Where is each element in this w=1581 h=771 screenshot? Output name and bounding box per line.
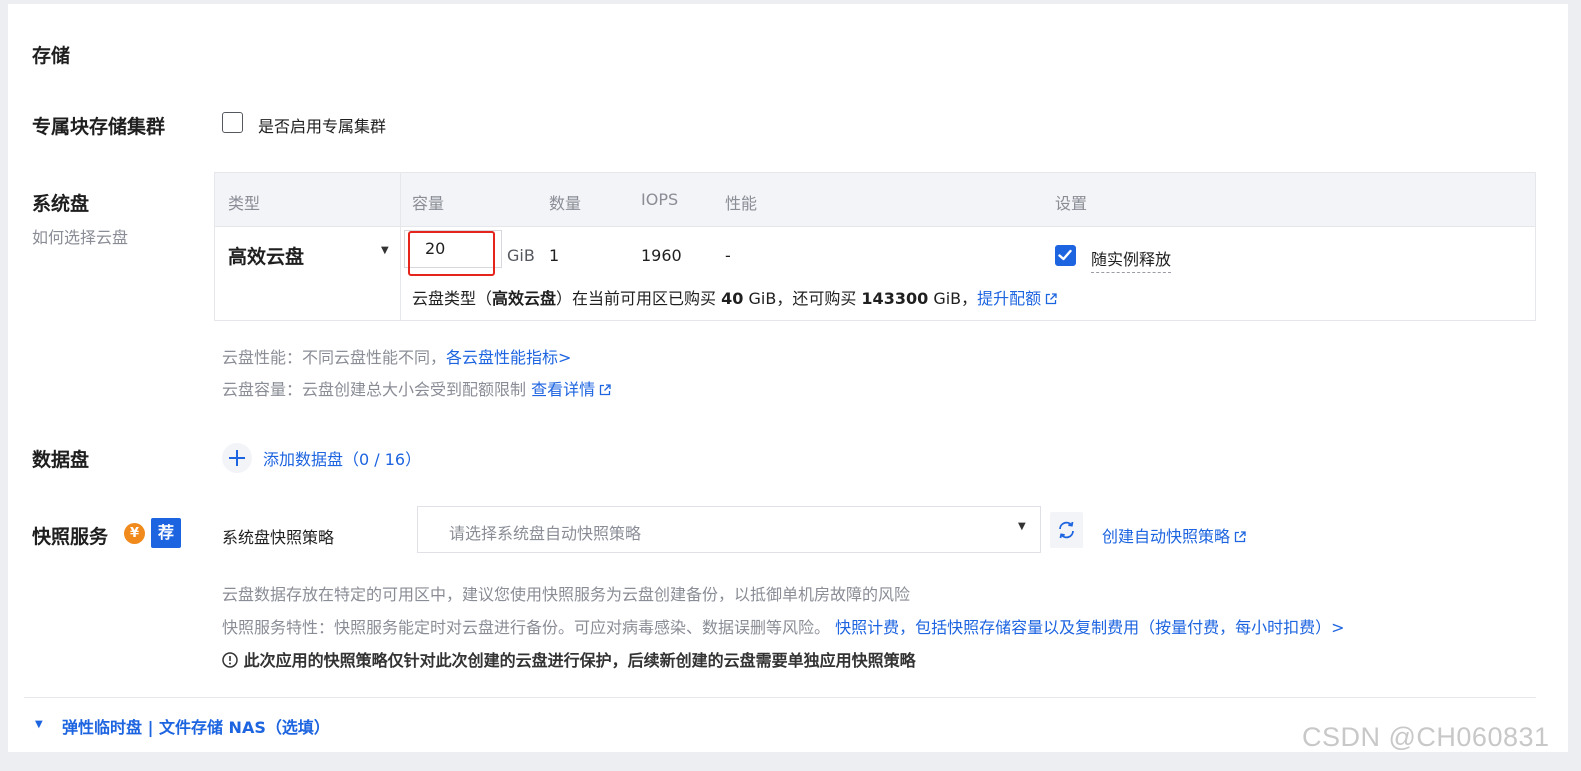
raise-quota-label: 提升配额 bbox=[977, 289, 1042, 308]
quota-bought: 40 bbox=[721, 289, 744, 308]
raise-quota-link[interactable]: 提升配额 bbox=[977, 289, 1057, 308]
snapshot-features-text: 快照服务特性：快照服务能定时对云盘进行备份。可应对病毒感染、数据误删等风险。 bbox=[222, 618, 831, 637]
col-count: 数量 bbox=[549, 194, 582, 213]
col-performance: 性能 bbox=[725, 194, 758, 213]
info-icon bbox=[222, 652, 238, 668]
how-to-choose-disk-link[interactable]: 如何选择云盘 bbox=[32, 224, 128, 248]
col-type: 类型 bbox=[228, 194, 261, 213]
external-link-icon bbox=[1046, 293, 1057, 305]
disk-performance-note: 云盘性能：不同云盘性能不同，各云盘性能指标> bbox=[222, 344, 571, 368]
chevron-down-icon[interactable]: ▼ bbox=[381, 245, 389, 256]
capacity-unit: GiB bbox=[507, 246, 535, 265]
add-data-disk-label: 添加数据盘（0 / 16） bbox=[263, 450, 422, 469]
watermark: CSDN @CH060831 bbox=[1302, 722, 1550, 752]
check-icon bbox=[1058, 249, 1072, 261]
add-data-disk-button[interactable]: 添加数据盘（0 / 16） bbox=[222, 443, 421, 477]
recommended-badge: 荐 bbox=[151, 518, 181, 548]
snapshot-label: 快照服务 bbox=[32, 526, 109, 548]
snapshot-warning-text: 此次应用的快照策略仅针对此次创建的云盘进行保护，后续新创建的云盘需要单独应用快照… bbox=[243, 651, 916, 670]
create-snapshot-policy-link[interactable]: 创建自动快照策略 bbox=[1102, 523, 1246, 547]
section-divider bbox=[24, 697, 1536, 698]
refresh-icon bbox=[1059, 521, 1074, 539]
release-with-instance-checkbox[interactable] bbox=[1055, 245, 1076, 266]
capacity-highlight-box bbox=[408, 231, 495, 276]
dedicated-cluster-label: 专属块存储集群 bbox=[32, 116, 166, 138]
caret-down-icon[interactable]: ▼ bbox=[35, 719, 43, 730]
dedicated-cluster-checkbox-label[interactable]: 是否启用专属集群 bbox=[258, 113, 386, 137]
col-settings: 设置 bbox=[1055, 194, 1088, 213]
snapshot-warning: 此次应用的快照策略仅针对此次创建的云盘进行保护，后续新创建的云盘需要单独应用快照… bbox=[222, 647, 916, 671]
section-title: 存储 bbox=[32, 45, 71, 67]
column-divider bbox=[400, 173, 401, 320]
disk-iops: 1960 bbox=[641, 246, 682, 265]
disk-capacity-note: 云盘容量：云盘创建总大小会受到配额限制 查看详情 bbox=[222, 376, 611, 400]
quota-text-1: ）在当前可用区已购买 bbox=[556, 289, 717, 308]
view-details-link[interactable]: 查看详情 bbox=[531, 380, 611, 399]
col-iops: IOPS bbox=[641, 190, 679, 209]
quota-disk-type: 高效云盘 bbox=[492, 289, 557, 308]
yen-badge-icon: ¥ bbox=[124, 523, 145, 544]
quota-prefix: 云盘类型（ bbox=[412, 289, 493, 308]
disk-performance: - bbox=[725, 246, 731, 265]
snapshot-policy-placeholder: 请选择系统盘自动快照策略 bbox=[449, 524, 642, 543]
disk-performance-link[interactable]: 各云盘性能指标> bbox=[446, 348, 571, 367]
dedicated-cluster-checkbox[interactable] bbox=[222, 112, 243, 133]
optional-storage-toggle[interactable]: 弹性临时盘 | 文件存储 NAS（选填） bbox=[62, 714, 330, 738]
chevron-down-icon: ▼ bbox=[1018, 521, 1026, 532]
external-link-icon bbox=[1234, 531, 1246, 543]
disk-count: 1 bbox=[549, 246, 560, 265]
quota-text-3: GiB， bbox=[933, 289, 978, 308]
col-capacity: 容量 bbox=[412, 194, 445, 213]
plus-icon bbox=[222, 443, 252, 473]
release-with-instance-label[interactable]: 随实例释放 bbox=[1091, 246, 1172, 273]
quota-remaining: 143300 bbox=[861, 289, 929, 308]
disk-type-select[interactable]: 高效云盘 bbox=[228, 242, 304, 269]
snapshot-description: 云盘数据存放在特定的可用区中，建议您使用快照服务为云盘创建备份，以抵御单机房故障… bbox=[222, 585, 911, 604]
quota-text-2: GiB，还可购买 bbox=[748, 289, 857, 308]
disk-capacity-note-text: 云盘容量：云盘创建总大小会受到配额限制 bbox=[222, 380, 527, 399]
quota-text: 云盘类型（高效云盘）在当前可用区已购买 40 GiB，还可购买 143300 G… bbox=[412, 285, 1057, 309]
snapshot-policy-select[interactable]: 请选择系统盘自动快照策略 ▼ bbox=[417, 506, 1041, 553]
create-snapshot-policy-label: 创建自动快照策略 bbox=[1102, 527, 1231, 546]
snapshot-features: 快照服务特性：快照服务能定时对云盘进行备份。可应对病毒感染、数据误删等风险。 快… bbox=[222, 614, 1345, 638]
disk-performance-note-text: 云盘性能：不同云盘性能不同， bbox=[222, 348, 447, 367]
snapshot-billing-link[interactable]: 快照计费，包括快照存储容量以及复制费用（按量付费，每小时扣费）> bbox=[835, 618, 1344, 637]
refresh-button[interactable] bbox=[1050, 512, 1083, 548]
snapshot-policy-label: 系统盘快照策略 bbox=[222, 528, 335, 547]
data-disk-label: 数据盘 bbox=[32, 449, 90, 471]
system-disk-label: 系统盘 bbox=[32, 193, 90, 215]
view-details-label: 查看详情 bbox=[531, 380, 596, 399]
external-link-icon bbox=[599, 384, 611, 396]
